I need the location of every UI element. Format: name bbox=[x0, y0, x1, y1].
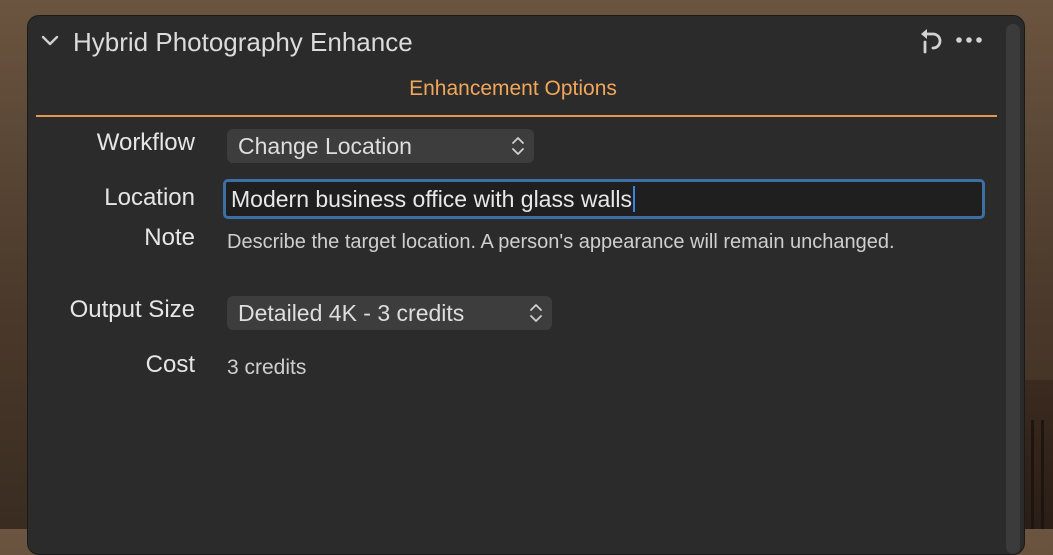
cost-label: Cost bbox=[145, 351, 195, 378]
background-photo bbox=[1025, 380, 1053, 529]
output-size-label: Output Size bbox=[69, 296, 195, 323]
workflow-select[interactable]: Change Location bbox=[227, 129, 534, 163]
workflow-label: Workflow bbox=[96, 129, 195, 156]
location-input-text: Modern business office with glass walls bbox=[231, 186, 632, 212]
section-title: Enhancement Options bbox=[409, 77, 617, 100]
chevron-down-icon[interactable] bbox=[40, 32, 60, 50]
up-down-chevron-icon bbox=[512, 137, 524, 155]
cost-value: 3 credits bbox=[227, 356, 307, 379]
workflow-select-value: Change Location bbox=[238, 133, 412, 159]
output-size-select[interactable]: Detailed 4K - 3 credits bbox=[227, 296, 552, 330]
location-label: Location bbox=[104, 184, 195, 211]
panel-title: Hybrid Photography Enhance bbox=[73, 27, 413, 57]
more-icon[interactable] bbox=[954, 29, 984, 51]
location-input[interactable]: Modern business office with glass walls bbox=[223, 179, 985, 219]
section-divider bbox=[36, 115, 997, 117]
reset-icon[interactable] bbox=[918, 28, 944, 54]
output-size-select-value: Detailed 4K - 3 credits bbox=[238, 300, 465, 326]
up-down-chevron-icon bbox=[530, 304, 542, 322]
note-text: Describe the target location. A person's… bbox=[227, 231, 895, 253]
scrollbar[interactable] bbox=[1006, 24, 1020, 554]
text-cursor bbox=[632, 186, 635, 212]
note-label: Note bbox=[144, 224, 195, 251]
enhance-panel: Hybrid Photography Enhance Enhancement O… bbox=[27, 15, 1025, 555]
panel-header: Hybrid Photography Enhance bbox=[28, 16, 1004, 66]
